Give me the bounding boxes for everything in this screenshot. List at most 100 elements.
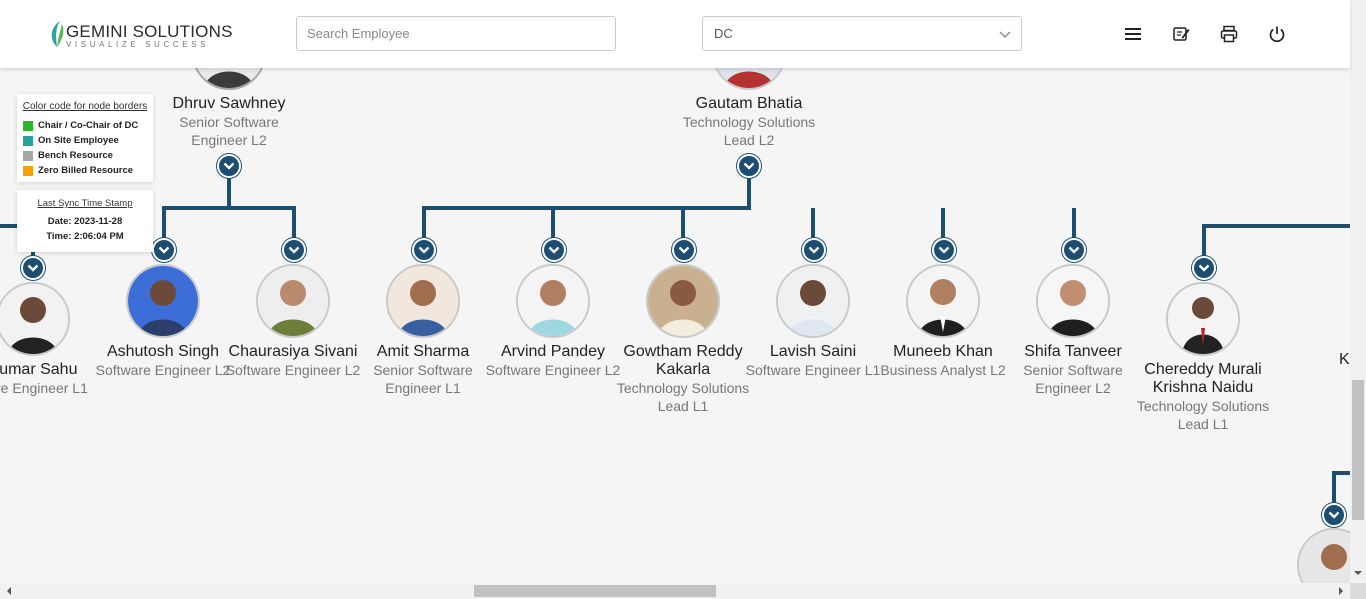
- employee-name: Gowtham Reddy Kakarla: [623, 343, 743, 378]
- legend-swatch: [23, 135, 33, 146]
- employee-role: Senior Software Engineer L2: [1023, 362, 1123, 396]
- employee-role: Senior Software Engineer L1: [373, 362, 473, 396]
- legend-item: Zero Billed Resource: [17, 163, 153, 178]
- org-node-dhruv[interactable]: Dhruv Sawhney Senior Software Engineer L…: [155, 68, 303, 149]
- org-node-k[interactable]: K: [1269, 346, 1350, 369]
- chevron-down-icon: [1068, 246, 1080, 254]
- employee-name: Muneeb Khan: [893, 343, 993, 360]
- org-node-arvind[interactable]: Arvind Pandey Software Engineer L2: [479, 264, 627, 379]
- org-node-gautam[interactable]: Gautam Bhatia Technology Solutions Lead …: [675, 68, 823, 149]
- collapse-toggle-gautam[interactable]: [737, 154, 761, 178]
- employee-name: Lavish Saini: [769, 343, 857, 360]
- collapse-toggle-lavish[interactable]: [802, 238, 826, 262]
- employee-avatar: [712, 68, 786, 90]
- legend-label: Bench Resource: [38, 150, 113, 161]
- employee-avatar: [516, 264, 590, 338]
- chevron-down-icon: [158, 246, 170, 254]
- employee-name: Amit Sharma: [376, 343, 470, 360]
- org-node-gowtham[interactable]: Gowtham Reddy Kakarla Technology Solutio…: [609, 264, 757, 415]
- collapse-toggle-dhruv[interactable]: [217, 154, 241, 178]
- dc-selected-value: DC: [714, 26, 733, 41]
- print-button[interactable]: [1219, 24, 1239, 44]
- employee-avatar: [1166, 282, 1240, 356]
- scroll-right-arrow-icon[interactable]: [1335, 583, 1347, 599]
- leaf-logo-icon: [51, 21, 64, 47]
- sync-title: Last Sync Time Stamp: [37, 198, 133, 209]
- vertical-scrollbar[interactable]: [1350, 0, 1366, 583]
- employee-role: Senior Software Engineer L2: [179, 114, 279, 148]
- employee-name: Dhruv Sawhney: [172, 95, 286, 112]
- employee-name: Arvind Pandey: [500, 343, 606, 360]
- employee-name: Shifa Tanveer: [1024, 343, 1122, 360]
- org-node-amit[interactable]: Amit Sharma Senior Software Engineer L1: [349, 264, 497, 397]
- top-header: GEMINI SOLUTIONS VISUALIZE SUCCESS DC: [0, 0, 1350, 68]
- collapse-toggle-muneeb[interactable]: [932, 238, 956, 262]
- org-node-chaurasiya[interactable]: Chaurasiya Sivani Software Engineer L2: [219, 264, 367, 379]
- employee-role: Software Engineer L1: [745, 362, 881, 378]
- collapse-toggle-kumar[interactable]: [21, 256, 45, 280]
- search-employee-input[interactable]: [296, 16, 616, 51]
- employee-role: ware Engineer L1: [0, 380, 88, 396]
- scrollbar-corner: [1350, 583, 1366, 599]
- last-sync-panel: Last Sync Time Stamp Date: 2023-11-28 Ti…: [17, 190, 153, 252]
- employee-name: Chereddy Murali Krishna Naidu: [1144, 361, 1262, 396]
- horizontal-scroll-thumb[interactable]: [474, 585, 716, 597]
- menu-icon: [1125, 28, 1141, 40]
- collapse-toggle-ashutosh[interactable]: [152, 238, 176, 262]
- legend-label: On Site Employee: [38, 135, 119, 146]
- org-node-chereddy[interactable]: Chereddy Murali Krishna Naidu Technology…: [1129, 282, 1277, 433]
- collapse-toggle-shifa[interactable]: [1062, 238, 1086, 262]
- employee-avatar: [126, 264, 200, 338]
- logo-brand-text: GEMINI SOLUTIONS: [66, 22, 233, 41]
- edit-note-button[interactable]: [1171, 24, 1191, 44]
- chevron-down-icon: [548, 246, 560, 254]
- vertical-scroll-thumb[interactable]: [1352, 380, 1364, 520]
- collapse-toggle-amit[interactable]: [412, 238, 436, 262]
- chevron-down-icon: [808, 246, 820, 254]
- power-icon: [1269, 26, 1285, 43]
- employee-avatar: [776, 264, 850, 338]
- chevron-down-icon: [1328, 511, 1340, 519]
- employee-role: Business Analyst L2: [880, 362, 1006, 378]
- printer-icon: [1220, 25, 1238, 43]
- org-node-ashutosh[interactable]: Ashutosh Singh Software Engineer L2: [89, 264, 237, 379]
- sync-time: Time: 2:06:04 PM: [46, 231, 124, 242]
- legend-swatch: [23, 165, 33, 176]
- scroll-down-arrow-icon[interactable]: [1350, 567, 1366, 579]
- legend-swatch: [23, 150, 33, 161]
- scroll-left-arrow-icon[interactable]: [3, 583, 15, 599]
- employee-avatar: [646, 264, 720, 338]
- employee-avatar: [192, 68, 266, 90]
- dc-select[interactable]: DC: [702, 16, 1022, 51]
- legend-label: Zero Billed Resource: [38, 165, 134, 176]
- legend-item: On Site Employee: [17, 133, 153, 148]
- employee-role: Software Engineer L2: [485, 362, 621, 378]
- logout-button[interactable]: [1267, 24, 1287, 44]
- collapse-toggle-arvind[interactable]: [542, 238, 566, 262]
- collapse-toggle-chaurasiya[interactable]: [282, 238, 306, 262]
- collapse-toggle-bottom[interactable]: [1322, 503, 1346, 527]
- employee-avatar: [1036, 264, 1110, 338]
- chevron-down-icon: [743, 162, 755, 170]
- employee-name: Ashutosh Singh: [106, 343, 220, 360]
- legend-item: Bench Resource: [17, 148, 153, 163]
- legend-label: Chair / Co-Chair of DC: [38, 120, 139, 131]
- gemini-logo[interactable]: GEMINI SOLUTIONS VISUALIZE SUCCESS: [46, 17, 232, 51]
- chevron-down-icon: [1198, 264, 1210, 272]
- org-node-shifa[interactable]: Shifa Tanveer Senior Software Engineer L…: [999, 264, 1147, 397]
- edit-note-icon: [1173, 27, 1190, 41]
- org-node-lavish[interactable]: Lavish Saini Software Engineer L1: [739, 264, 887, 379]
- org-chart-canvas[interactable]: Dhruv Sawhney Senior Software Engineer L…: [0, 68, 1350, 583]
- chevron-down-icon: [288, 246, 300, 254]
- collapse-toggle-gowtham[interactable]: [672, 238, 696, 262]
- employee-role: Software Engineer L2: [225, 362, 361, 378]
- collapse-toggle-chereddy[interactable]: [1192, 256, 1216, 280]
- employee-avatar: [256, 264, 330, 338]
- employee-avatar: [386, 264, 460, 338]
- org-node-muneeb[interactable]: Muneeb Khan Business Analyst L2: [869, 264, 1017, 379]
- horizontal-scrollbar[interactable]: [0, 583, 1350, 599]
- logo-tagline: VISUALIZE SUCCESS: [66, 40, 210, 49]
- employee-role: Technology Solutions Lead L1: [1136, 398, 1270, 432]
- employee-role: Technology Solutions Lead L2: [682, 114, 816, 148]
- menu-button[interactable]: [1123, 24, 1143, 44]
